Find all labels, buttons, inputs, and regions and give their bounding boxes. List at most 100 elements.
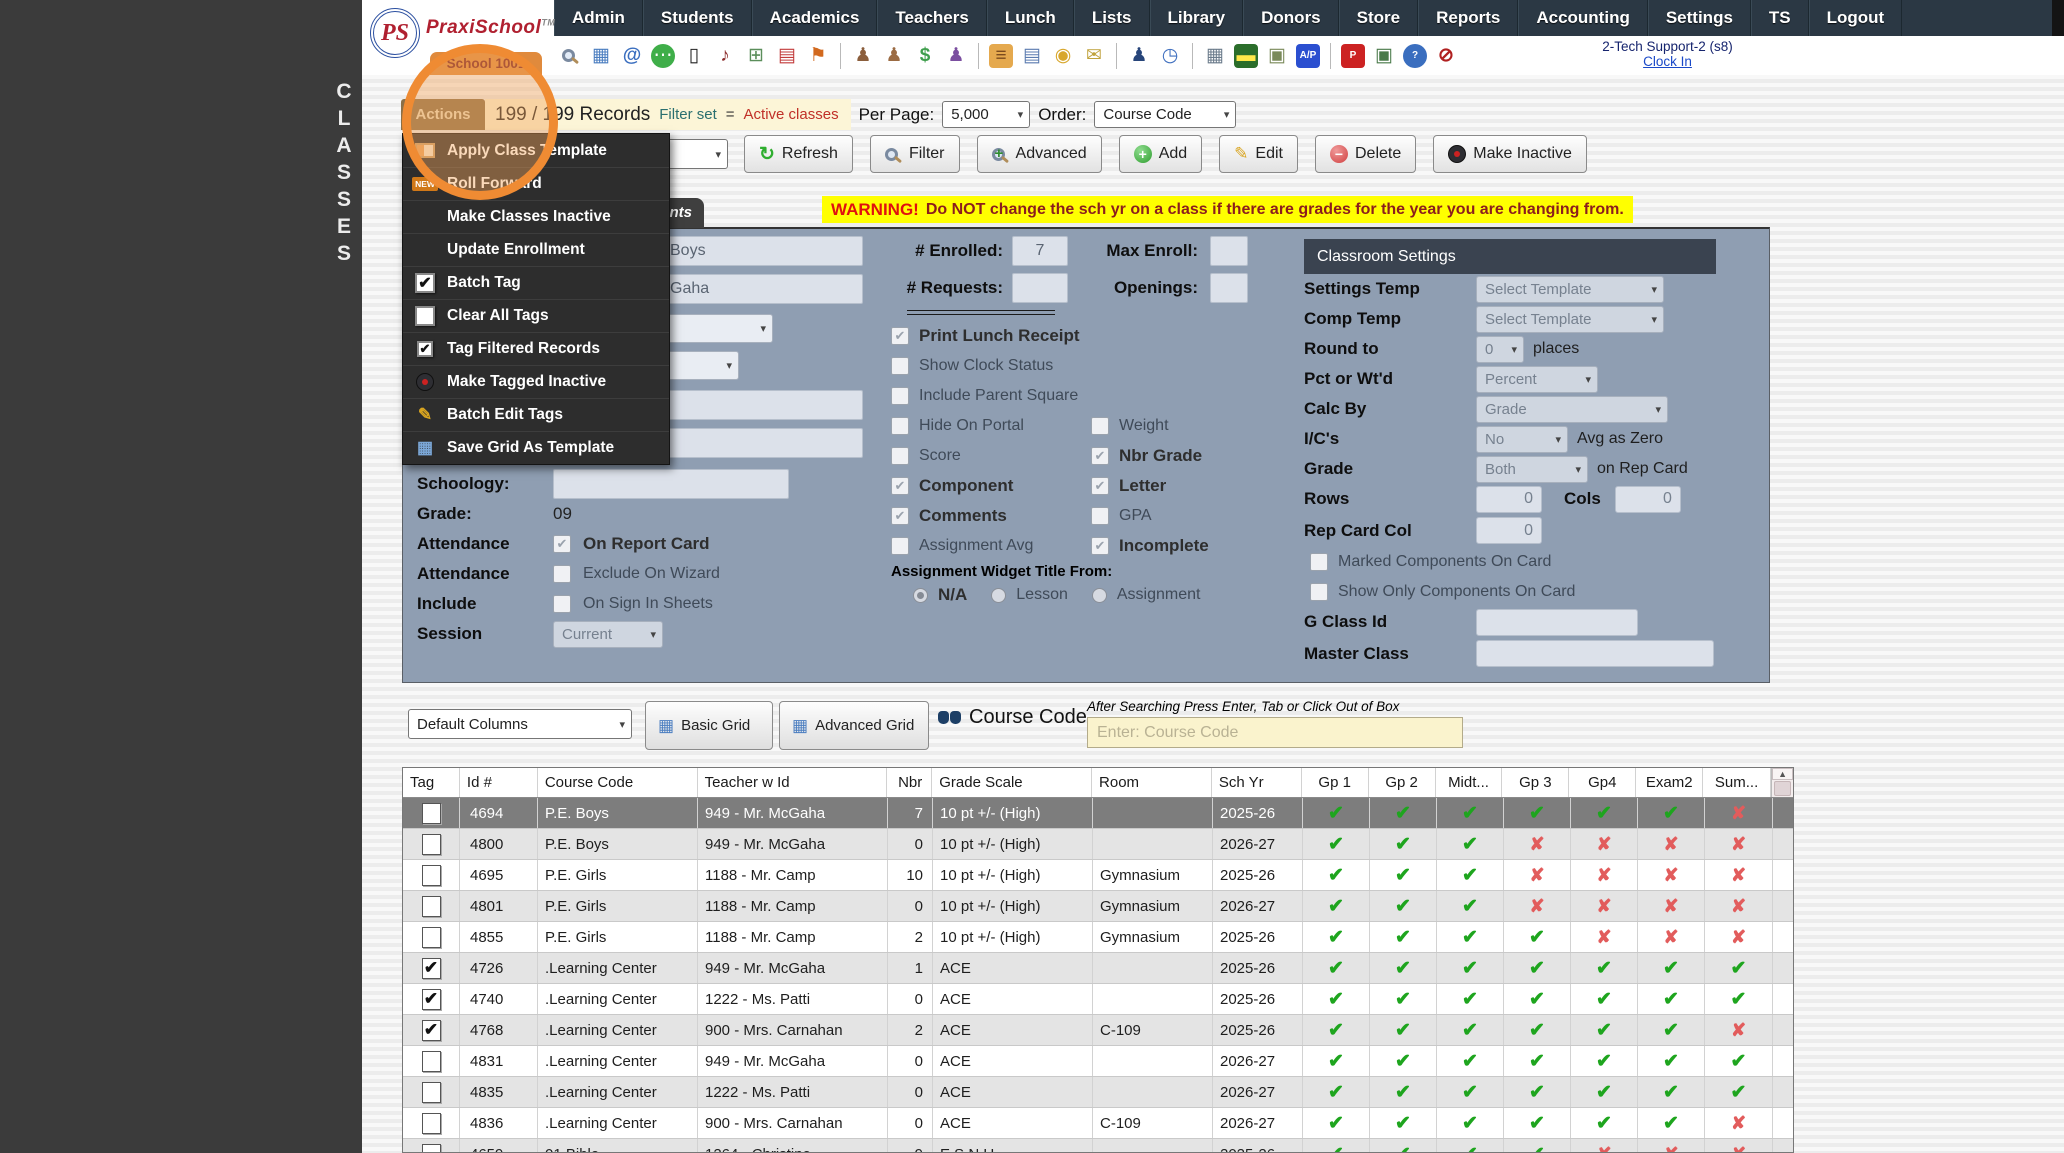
menu-item-tag-filtered-records[interactable]: ✔ Tag Filtered Records: [403, 332, 669, 365]
on-report-card-checkbox[interactable]: [553, 535, 571, 553]
comp-temp-select[interactable]: Select Template ▾: [1476, 305, 1664, 333]
tag-checkbox[interactable]: [421, 864, 441, 886]
advanced-button[interactable]: Advanced: [976, 135, 1102, 173]
advanced-grid-button[interactable]: ▦ Advanced Grid: [779, 701, 929, 750]
person-add-icon[interactable]: ♟: [851, 44, 875, 68]
calendar-grid-icon[interactable]: ▦: [589, 44, 613, 68]
form-text-field-1[interactable]: [661, 390, 863, 420]
col-header-exam2[interactable]: Exam2: [1636, 768, 1704, 797]
cols-input[interactable]: [1614, 485, 1681, 513]
tag-checkbox[interactable]: [421, 895, 441, 917]
table-row[interactable]: 4835 .Learning Center 1222 - Ms. Patti 0 ACE…: [403, 1077, 1793, 1108]
table-row[interactable]: ✔ 4740 .Learning Center 1222 - Ms. Patti 0 AC…: [403, 984, 1793, 1015]
tag-checkbox[interactable]: [421, 1112, 441, 1134]
master-class-input[interactable]: [1476, 640, 1714, 667]
assignment-radio[interactable]: [1091, 587, 1107, 603]
col-header-course-code[interactable]: Course Code: [538, 768, 698, 797]
pdf-icon[interactable]: P: [1341, 43, 1365, 68]
nav-item-reports[interactable]: Reports: [1418, 0, 1519, 36]
tag-checkbox[interactable]: [421, 926, 441, 948]
print-lunch-receipt-checkbox[interactable]: [891, 327, 909, 345]
grade-select[interactable]: Both ▾: [1476, 455, 1588, 483]
letter-checkbox[interactable]: [1091, 477, 1109, 495]
g-class-id-input[interactable]: [1476, 608, 1638, 636]
refresh-button[interactable]: ↻ Refresh: [744, 135, 853, 173]
order-select[interactable]: Course Code ▾: [1094, 101, 1237, 128]
tag-checkbox[interactable]: [421, 1050, 441, 1072]
course-code-search-input[interactable]: [1087, 717, 1463, 748]
teacher-field[interactable]: [661, 274, 863, 304]
stop-icon[interactable]: ⊘: [1434, 44, 1458, 68]
cabinet-icon[interactable]: ▤: [1020, 44, 1044, 68]
mail-tray-icon[interactable]: ✉: [1082, 44, 1106, 68]
table-row[interactable]: 4694 P.E. Boys 949 - Mr. McGaha 7 10 pt +/- …: [403, 798, 1793, 829]
id-card-icon[interactable]: ▬: [1234, 43, 1258, 68]
per-page-select[interactable]: 5,000 ▾: [942, 101, 1031, 128]
menu-item-apply-class-template[interactable]: Apply Class Template: [403, 134, 669, 167]
form-select-1[interactable]: ▾: [661, 314, 773, 343]
lunch-icon[interactable]: ≡: [989, 43, 1013, 68]
gpa-checkbox[interactable]: [1091, 507, 1109, 525]
tag-checkbox[interactable]: ✔: [421, 988, 441, 1010]
col-header-gp-2[interactable]: Gp 2: [1369, 768, 1436, 797]
nbr-grade-checkbox[interactable]: [1091, 447, 1109, 465]
comments-checkbox[interactable]: [891, 507, 909, 525]
col-header-tag[interactable]: Tag: [403, 768, 460, 797]
person-icon[interactable]: ♟: [882, 44, 906, 68]
help-icon[interactable]: ?: [1403, 43, 1427, 68]
menu-item-make-classes-inactive[interactable]: Make Classes Inactive: [403, 200, 669, 233]
enrolled-field[interactable]: [1012, 236, 1068, 266]
tag-checkbox[interactable]: [421, 833, 441, 855]
school-tab[interactable]: School 1001: [430, 52, 542, 75]
col-header-sum[interactable]: Sum...: [1703, 768, 1772, 797]
table-row[interactable]: ✔ 4726 .Learning Center 949 - Mr. McGaha 1 AC…: [403, 953, 1793, 984]
menu-checkbox[interactable]: ✔: [417, 341, 433, 357]
announcement-icon[interactable]: ⚑: [806, 44, 830, 68]
nav-item-lists[interactable]: Lists: [1073, 0, 1150, 36]
tag-checkbox[interactable]: ✔: [421, 957, 441, 979]
menu-item-batch-tag[interactable]: ✔ Batch Tag: [403, 266, 669, 299]
staff-icon[interactable]: ♟: [1127, 44, 1151, 68]
col-header-id[interactable]: Id #: [460, 768, 538, 797]
schoology-field[interactable]: [553, 469, 789, 499]
filter-button[interactable]: Filter: [869, 135, 960, 173]
n-a-radio[interactable]: [913, 587, 928, 603]
table-row[interactable]: 4855 P.E. Girls 1188 - Mr. Camp 2 10 pt +/- …: [403, 922, 1793, 953]
sound-icon[interactable]: ♪: [713, 44, 737, 68]
phone-icon[interactable]: ▯: [682, 44, 706, 68]
menu-item-save-grid-as-template[interactable]: ▦ Save Grid As Template: [403, 431, 669, 464]
export-icon[interactable]: ▣: [1372, 44, 1396, 68]
table-row[interactable]: 4831 .Learning Center 949 - Mr. McGaha 0 ACE…: [403, 1046, 1793, 1077]
menu-item-update-enrollment[interactable]: Update Enrollment: [403, 233, 669, 266]
lesson-radio[interactable]: [991, 587, 1007, 603]
on-sign-in-sheets-checkbox[interactable]: [553, 595, 571, 613]
include-parent-square-checkbox[interactable]: [891, 387, 909, 405]
menu-item-make-tagged-inactive[interactable]: Make Tagged Inactive: [403, 365, 669, 398]
show-clock-status-checkbox[interactable]: [891, 357, 909, 375]
table-row[interactable]: 4695 P.E. Girls 1188 - Mr. Camp 10 10 pt +/-…: [403, 860, 1793, 891]
make-inactive-button[interactable]: Make Inactive: [1433, 135, 1587, 173]
calculator-icon[interactable]: ⊞: [744, 44, 768, 68]
col-header-room[interactable]: Room: [1092, 768, 1212, 797]
menu-item-clear-all-tags[interactable]: Clear All Tags: [403, 299, 669, 332]
col-header-gp4[interactable]: Gp4: [1569, 768, 1637, 797]
marked-components-on-card-checkbox[interactable]: [1310, 553, 1328, 571]
nav-item-library[interactable]: Library: [1149, 0, 1244, 36]
scroll-up-arrow[interactable]: ▲: [1772, 768, 1793, 780]
add-button[interactable]: + Add: [1118, 135, 1203, 173]
form-text-field-2[interactable]: [661, 428, 863, 458]
edit-button[interactable]: ✎ Edit: [1219, 135, 1298, 173]
col-header-gp-3[interactable]: Gp 3: [1502, 768, 1570, 797]
nav-item-academics[interactable]: Academics: [751, 0, 878, 36]
exclude-on-wizard-checkbox[interactable]: [553, 565, 571, 583]
printer-icon[interactable]: ▣: [1265, 44, 1289, 68]
menu-checkbox[interactable]: ✔: [415, 273, 435, 293]
report-icon[interactable]: ▦: [1203, 44, 1227, 68]
ap-icon[interactable]: A/P: [1296, 43, 1320, 68]
max-enroll-field[interactable]: [1210, 236, 1248, 266]
openings-field[interactable]: [1210, 273, 1248, 303]
nav-item-store[interactable]: Store: [1338, 0, 1419, 36]
scrollbar-thumb[interactable]: [1774, 781, 1792, 796]
table-row[interactable]: ✔ 4768 .Learning Center 900 - Mrs. Carnahan…: [403, 1015, 1793, 1046]
col-header-grade-scale[interactable]: Grade Scale: [932, 768, 1093, 797]
